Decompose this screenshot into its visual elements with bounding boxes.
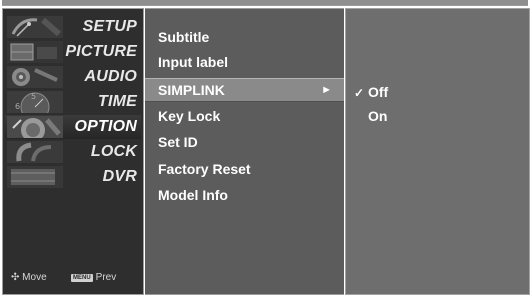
category-setup[interactable]: SETUP [5,15,141,39]
category-label: OPTION [74,118,137,135]
menu-item-label: Subtitle [158,29,210,45]
option-off[interactable]: ✓ Off [354,81,388,103]
menu-item-label: Set ID [158,134,198,150]
menu-item-label: SIMPLINK [158,82,225,98]
option-dial-icon [7,116,63,138]
satellite-dish-icon [7,16,63,38]
simplink-options-panel: ✓ Off On [345,8,530,295]
option-label: Off [368,84,389,100]
menu-item-label: Input label [158,54,228,70]
category-label: LOCK [90,143,137,160]
speaker-icon [7,66,63,88]
menu-item-label: Factory Reset [158,161,251,177]
menu-item-subtitle[interactable]: Subtitle [145,25,344,49]
film-reel-icon [7,166,63,188]
menu-item-simplink[interactable]: SIMPLINK ► [145,78,344,102]
prev-hint: MENU Prev [71,272,116,284]
menu-key-icon: MENU [71,274,93,282]
menu-item-input-label[interactable]: Input label [145,50,344,74]
category-panel: SETUP PICTURE AUDIO 6 5 TIME OPTION LOCK… [2,8,144,295]
category-audio[interactable]: AUDIO [5,65,141,89]
category-lock[interactable]: LOCK [5,140,141,164]
svg-text:6: 6 [15,102,20,111]
category-label: SETUP [82,18,137,35]
category-label: DVR [102,168,137,185]
prev-hint-label: Prev [95,272,117,283]
check-icon: ✓ [354,86,365,100]
menu-item-model-info[interactable]: Model Info [145,183,344,207]
category-dvr[interactable]: DVR [5,165,141,189]
clock-icon: 6 5 [7,91,63,113]
category-label: TIME [97,93,137,110]
svg-text:5: 5 [31,92,36,101]
top-bar [2,0,528,6]
menu-item-label: Key Lock [158,108,221,124]
category-label: PICTURE [65,43,137,60]
option-menu-panel: Subtitle Input label SIMPLINK ► Key Lock… [145,8,344,295]
lock-icon [7,141,63,163]
category-picture[interactable]: PICTURE [5,40,141,64]
tv-menu-screen: SETUP PICTURE AUDIO 6 5 TIME OPTION LOCK… [0,0,532,297]
move-hint: ✣ Move [11,272,47,284]
menu-item-factory-reset[interactable]: Factory Reset [145,157,344,181]
menu-item-key-lock[interactable]: Key Lock [145,104,344,128]
menu-item-set-id[interactable]: Set ID [145,130,344,154]
category-time[interactable]: 6 5 TIME [5,90,141,114]
category-label: AUDIO [84,68,137,85]
move-hint-label: Move [22,272,47,283]
submenu-arrow-icon: ► [321,84,332,96]
category-option[interactable]: OPTION [5,115,141,139]
move-arrows-icon: ✣ [11,272,20,283]
picture-reel-icon [7,41,63,63]
menu-item-label: Model Info [158,187,228,203]
option-on[interactable]: On [354,105,387,127]
option-label: On [368,108,388,124]
